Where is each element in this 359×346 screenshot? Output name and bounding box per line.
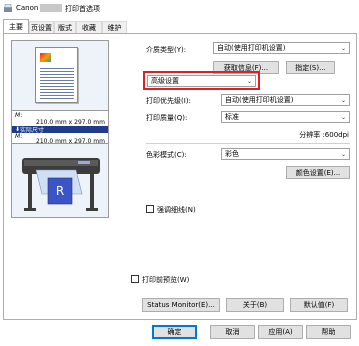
document-preview — [35, 47, 78, 103]
apply-button[interactable]: 应用(A) — [258, 325, 303, 339]
chevron-down-icon: ⌄ — [340, 113, 346, 121]
print-quality-select[interactable]: 标准 ⌄ — [221, 111, 350, 123]
printer-app-icon — [3, 4, 13, 13]
print-quality-label: 打印质量(Q): — [146, 114, 188, 122]
print-priority-label: 打印优先级(I): — [146, 97, 191, 105]
actual-size-label: 实际尺寸 — [20, 127, 45, 134]
tab-favorites[interactable]: 收藏 — [76, 21, 102, 33]
color-mode-value: 彩色 — [225, 150, 239, 158]
redacted-printer-name — [40, 4, 62, 12]
print-quality-value: 标准 — [225, 113, 239, 121]
tab-main[interactable]: 主要 — [3, 19, 29, 34]
color-mode-select[interactable]: 彩色 ⌄ — [221, 148, 350, 160]
status-monitor-button[interactable]: Status Monitor(E)... — [142, 298, 220, 312]
doc-text-lines — [40, 66, 74, 99]
preview-before-print-checkbox[interactable] — [131, 275, 139, 283]
tab-layout[interactable]: 版式 — [54, 21, 76, 33]
chevron-down-icon: ⌄ — [246, 77, 252, 85]
ok-button[interactable]: 确定 — [152, 325, 197, 339]
title-bar: Canon 打印首选项 — [0, 0, 359, 17]
svg-text:R: R — [56, 184, 64, 198]
preview-before-print-label: 打印前预览(W) — [142, 276, 190, 284]
divider — [146, 143, 350, 144]
about-button[interactable]: 关于(B) — [226, 298, 284, 312]
advanced-settings-select[interactable]: 高级设置 ⌄ — [147, 75, 256, 87]
tab-maintenance[interactable]: 维护 — [102, 21, 127, 33]
chevron-down-icon: ⌄ — [340, 96, 346, 104]
media-type-value: 自动(使用打印机设置) — [217, 44, 286, 52]
help-button[interactable]: 帮助 — [306, 325, 351, 339]
window-title: 打印首选项 — [65, 5, 100, 13]
color-mode-label: 色彩模式(C): — [146, 151, 187, 159]
media-type-select[interactable]: 自动(使用打印机设置) ⌄ — [213, 42, 350, 54]
print-priority-value: 自动(使用打印机设置) — [225, 96, 294, 104]
size-row-1: M: — [15, 112, 23, 119]
media-type-label: 介质类型(Y): — [146, 46, 187, 54]
color-settings-button[interactable]: 颜色设置(E)... — [286, 166, 350, 179]
size-value-1: 210.0 mm x 297.0 mm — [36, 119, 105, 126]
emphasize-lines-label: 强调细线(N) — [157, 206, 196, 214]
emphasize-lines-checkbox[interactable] — [146, 205, 154, 213]
chevron-down-icon: ⌄ — [340, 44, 346, 52]
resolution-text: 分辨率 :600dpi — [299, 131, 349, 139]
defaults-button[interactable]: 默认值(F) — [290, 298, 348, 312]
doc-image-block — [40, 53, 51, 62]
window-title-prefix: Canon — [16, 4, 39, 12]
size-value-2: 210.0 mm x 297.0 mm — [36, 138, 105, 145]
advanced-settings-value: 高级设置 — [151, 77, 179, 85]
size-info-box: M: 210.0 mm x 297.0 mm ⬇ 实际尺寸 M: 210.0 m… — [11, 110, 109, 145]
printer-illustration: R — [18, 148, 104, 216]
tab-page-setup[interactable]: 页设置 — [29, 21, 54, 33]
print-priority-select[interactable]: 自动(使用打印机设置) ⌄ — [221, 94, 350, 106]
specify-button[interactable]: 指定(S)... — [286, 61, 335, 74]
chevron-down-icon: ⌄ — [340, 150, 346, 158]
size-row-2: M: — [15, 133, 23, 140]
cancel-button[interactable]: 取消 — [210, 325, 255, 339]
actual-size-bar: ⬇ 实际尺寸 — [12, 126, 108, 134]
